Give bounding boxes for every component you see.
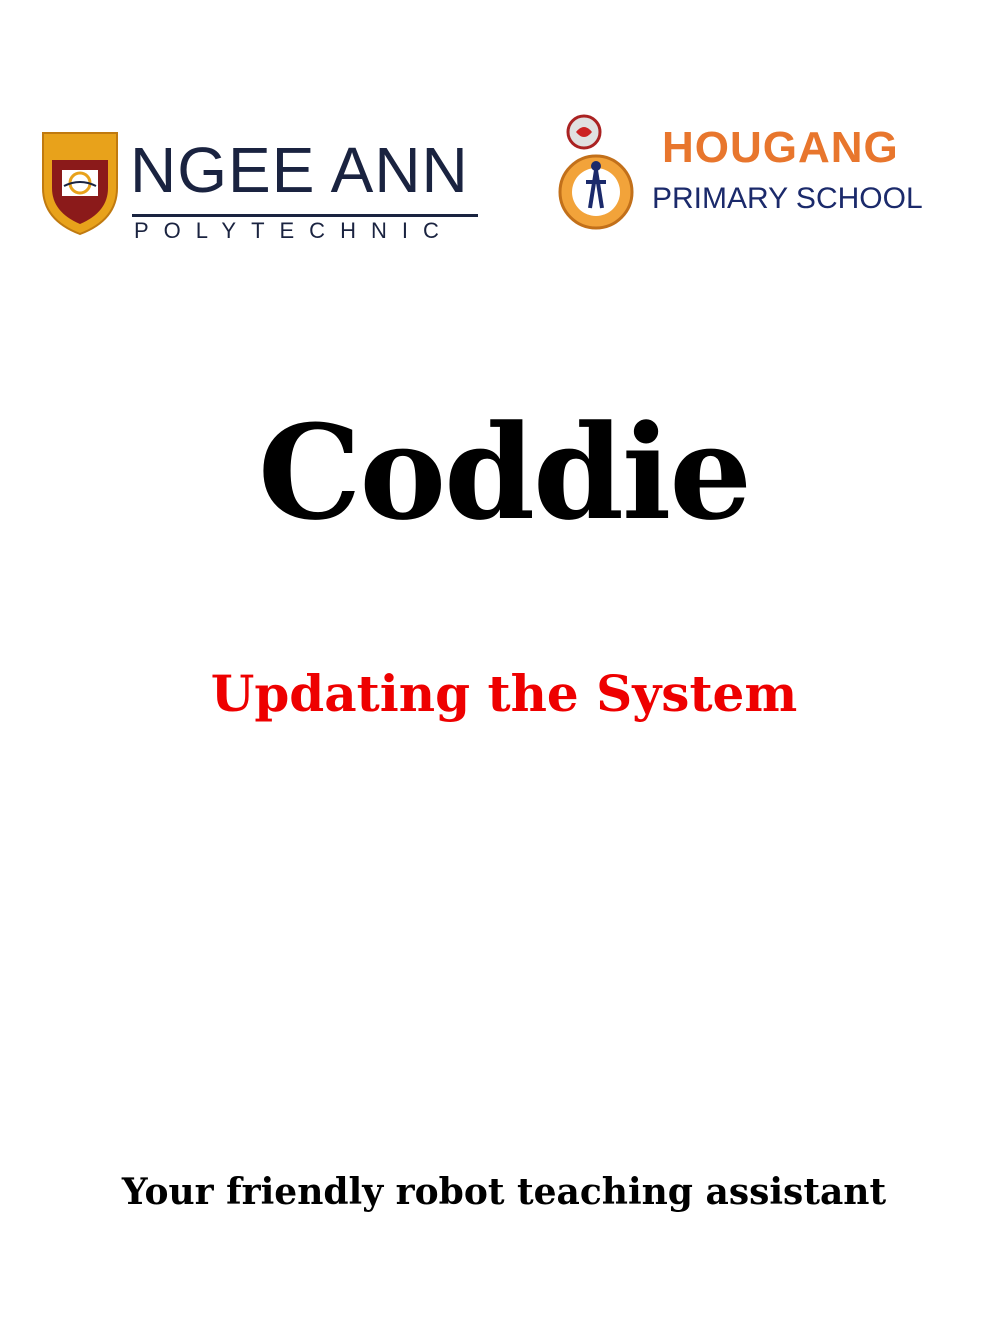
hougang-name: HOUGANG (662, 123, 899, 172)
logo-row: NGEE ANN POLYTECHNIC HOUGANG PRIMARY SCH… (0, 112, 1008, 252)
page-title: Coddie (257, 396, 752, 549)
hougang-subtitle: PRIMARY SCHOOL (652, 182, 923, 215)
hougang-primary-school-logo: HOUGANG PRIMARY SCHOOL (556, 112, 956, 252)
ngee-ann-name: NGEE ANN (130, 134, 469, 206)
ngee-ann-divider (132, 214, 478, 217)
ngee-ann-shield-icon (42, 132, 118, 236)
tagline: Your friendly robot teaching assistant (121, 1171, 887, 1213)
page-subtitle: Updating the System (210, 664, 798, 723)
ngee-ann-subtitle: POLYTECHNIC (134, 218, 454, 243)
ngee-ann-polytechnic-logo: NGEE ANN POLYTECHNIC (40, 130, 490, 243)
hougang-badge-icon (558, 114, 634, 230)
